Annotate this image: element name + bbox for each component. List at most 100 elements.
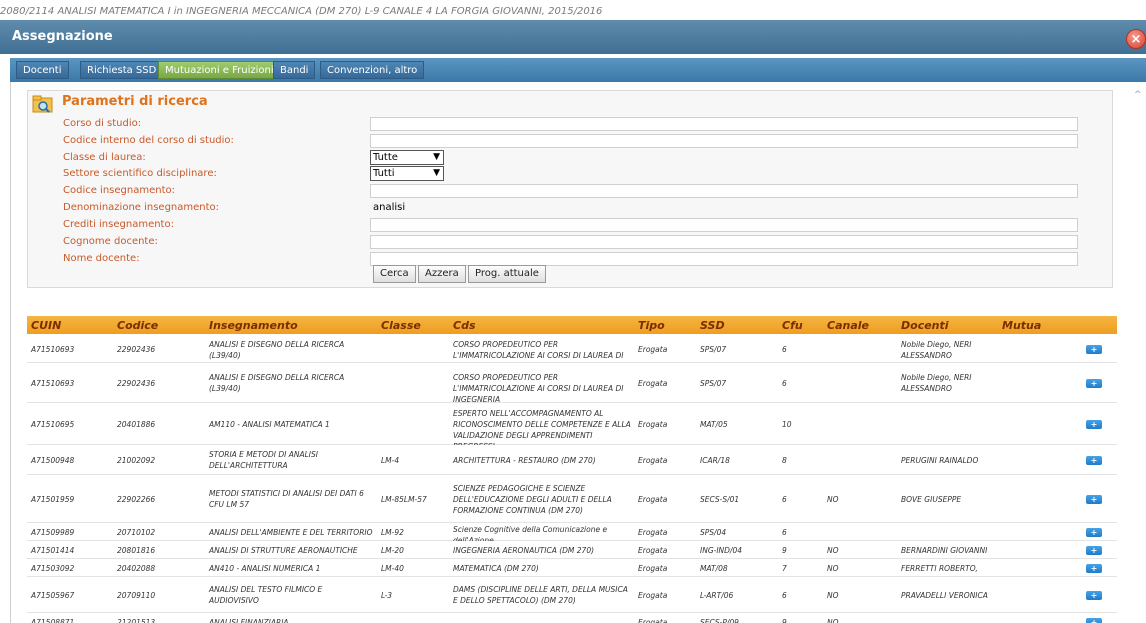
add-row-button[interactable]: +: [1086, 546, 1102, 555]
chevron-down-icon: ▼: [433, 152, 440, 162]
table-row: A71501959 22902266 METODI STATISTICI DI AN…: [27, 475, 1117, 523]
col-mutua: Mutua: [1002, 319, 1042, 332]
label-classe-laurea: Classe di laurea:: [63, 152, 146, 163]
add-row-button[interactable]: +: [1086, 618, 1102, 623]
cell-cuin: A71501959: [31, 495, 75, 504]
cell-cds: CORSO PROPEDEUTICO PER L'IMMATRICOLAZION…: [453, 373, 624, 404]
label-crediti: Crediti insegnamento:: [63, 219, 174, 230]
add-row-button[interactable]: +: [1086, 528, 1102, 537]
cell-cuin: A71510695: [31, 420, 75, 429]
add-row-button[interactable]: +: [1086, 591, 1102, 600]
crediti-input[interactable]: [370, 218, 1078, 232]
cell-cfu: 6: [782, 379, 787, 388]
tab-convenzioni[interactable]: Convenzioni, altro: [320, 61, 425, 79]
tab-bar: Docenti Richiesta SSD Mutuazioni e Fruiz…: [10, 58, 1146, 82]
cell-classe: LM-40: [381, 564, 404, 573]
cell-cuin: A71505967: [31, 591, 75, 600]
cell-docenti: PRAVADELLI VERONICA: [901, 591, 988, 600]
label-corso-studio: Corso di studio:: [63, 118, 142, 129]
tab-docenti[interactable]: Docenti: [16, 61, 69, 79]
add-row-button[interactable]: +: [1086, 456, 1102, 465]
search-panel: Parametri di ricerca Corso di studio: Co…: [27, 90, 1113, 288]
dialog-titlebar: Assegnazione ×: [0, 20, 1146, 54]
table-row: A71508871 21201513 ANALISI FINANZIARIA Erog…: [27, 613, 1117, 623]
cell-cfu: 9: [782, 618, 787, 623]
cell-codice: 20402088: [117, 564, 156, 573]
label-nome-docente: Nome docente:: [63, 253, 140, 264]
cell-canale: NO: [827, 591, 839, 600]
cell-docenti: Nobile Diego, NERI ALESSANDRO: [901, 340, 972, 360]
cell-cds: SCIENZE PEDAGOGICHE E SCIENZE DELL'EDUCA…: [453, 484, 612, 515]
cell-ssd: MAT/08: [700, 564, 728, 573]
cell-ssd: SECS-S/01: [700, 495, 740, 504]
cell-cfu: 6: [782, 495, 787, 504]
cell-codice: 22902266: [117, 495, 156, 504]
tab-bandi[interactable]: Bandi: [273, 61, 316, 79]
cell-cuin: A71510693: [31, 345, 75, 354]
cell-classe: LM-85LM-57: [381, 495, 427, 504]
table-row: A71505967 20709110 ANALISI DEL TESTO FILMI…: [27, 577, 1117, 613]
table-row: A71500948 21002092 STORIA E METODI DI ANAL…: [27, 445, 1117, 475]
cell-cuin: A71510693: [31, 379, 75, 388]
ssd-select[interactable]: Tutti ▼: [370, 166, 444, 181]
cell-docenti: PERUGINI RAINALDO: [901, 456, 979, 465]
current-program-button[interactable]: Prog. attuale: [468, 265, 546, 283]
folder-search-icon: [32, 95, 53, 113]
add-row-button[interactable]: +: [1086, 420, 1102, 429]
breadcrumb: 2080/2114 ANALISI MATEMATICA I in INGEGN…: [0, 6, 603, 17]
cell-cuin: A71509989: [31, 528, 75, 537]
cell-codice: 21201513: [117, 618, 156, 623]
cell-ssd: L-ART/06: [700, 591, 734, 600]
search-button[interactable]: Cerca: [373, 265, 416, 283]
cell-cds: DAMS (DISCIPLINE DELLE ARTI, DELLA MUSIC…: [453, 585, 628, 605]
cell-tipo: Erogata: [638, 420, 668, 429]
cell-docenti: Nobile Diego, NERI ALESSANDRO: [901, 373, 972, 393]
cell-cfu: 10: [782, 420, 792, 429]
add-row-button[interactable]: +: [1086, 379, 1102, 388]
codice-interno-input[interactable]: [370, 134, 1078, 148]
cell-insegnamento: ANALISI DEL TESTO FILMICO E AUDIOVISIVO: [209, 585, 323, 605]
scroll-up-icon[interactable]: ^: [1134, 90, 1142, 100]
cell-cds: INGEGNERIA AERONAUTICA (DM 270): [453, 546, 595, 555]
cell-cfu: 6: [782, 345, 787, 354]
reset-button[interactable]: Azzera: [418, 265, 466, 283]
label-cognome-docente: Cognome docente:: [63, 236, 158, 247]
cell-insegnamento: AN410 - ANALISI NUMERICA 1: [209, 564, 321, 573]
table-row: A71510695 20401886 AM110 - ANALISI MATEMAT…: [27, 403, 1117, 451]
col-classe: Classe: [381, 319, 421, 332]
col-ssd: SSD: [700, 319, 725, 332]
col-cuin: CUIN: [31, 319, 62, 332]
denominazione-input[interactable]: analisi: [370, 201, 1078, 215]
close-icon[interactable]: ×: [1126, 29, 1146, 49]
cognome-docente-input[interactable]: [370, 235, 1078, 249]
nome-docente-input[interactable]: [370, 252, 1078, 266]
tab-mutuazioni-fruizioni[interactable]: Mutuazioni e Fruizioni: [158, 61, 281, 79]
table-row: A71501414 20801816 ANALISI DI STRUTTURE AE…: [27, 541, 1117, 559]
cell-classe: LM-20: [381, 546, 404, 555]
cell-tipo: Erogata: [638, 495, 668, 504]
dialog-title: Assegnazione: [12, 29, 113, 44]
cell-codice: 22902436: [117, 379, 156, 388]
codice-insegnamento-input[interactable]: [370, 184, 1078, 198]
cell-canale: NO: [827, 546, 839, 555]
cell-cfu: 9: [782, 546, 787, 555]
cell-insegnamento: ANALISI DELL'AMBIENTE E DEL TERRITORIO: [209, 528, 373, 537]
cell-ssd: SECS-P/09: [700, 618, 739, 623]
cell-cfu: 6: [782, 528, 787, 537]
add-row-button[interactable]: +: [1086, 495, 1102, 504]
add-row-button[interactable]: +: [1086, 564, 1102, 573]
classe-laurea-select[interactable]: Tutte ▼: [370, 150, 444, 165]
cell-docenti: BOVE GIUSEPPE: [901, 495, 962, 504]
tab-richiesta-ssd[interactable]: Richiesta SSD: [80, 61, 164, 79]
corso-studio-input[interactable]: [370, 117, 1078, 131]
cell-ssd: SPS/07: [700, 379, 727, 388]
cell-cuin: A71503092: [31, 564, 75, 573]
cell-classe: LM-4: [381, 456, 400, 465]
panel-title: Parametri di ricerca: [62, 94, 208, 109]
cell-docenti: BERNARDINI GIOVANNI: [901, 546, 988, 555]
cell-cfu: 7: [782, 564, 787, 573]
cell-tipo: Erogata: [638, 379, 668, 388]
label-ssd: Settore scientifico disciplinare:: [63, 168, 217, 179]
table-row: A71503092 20402088 AN410 - ANALISI NUMERIC…: [27, 559, 1117, 577]
add-row-button[interactable]: +: [1086, 345, 1102, 354]
